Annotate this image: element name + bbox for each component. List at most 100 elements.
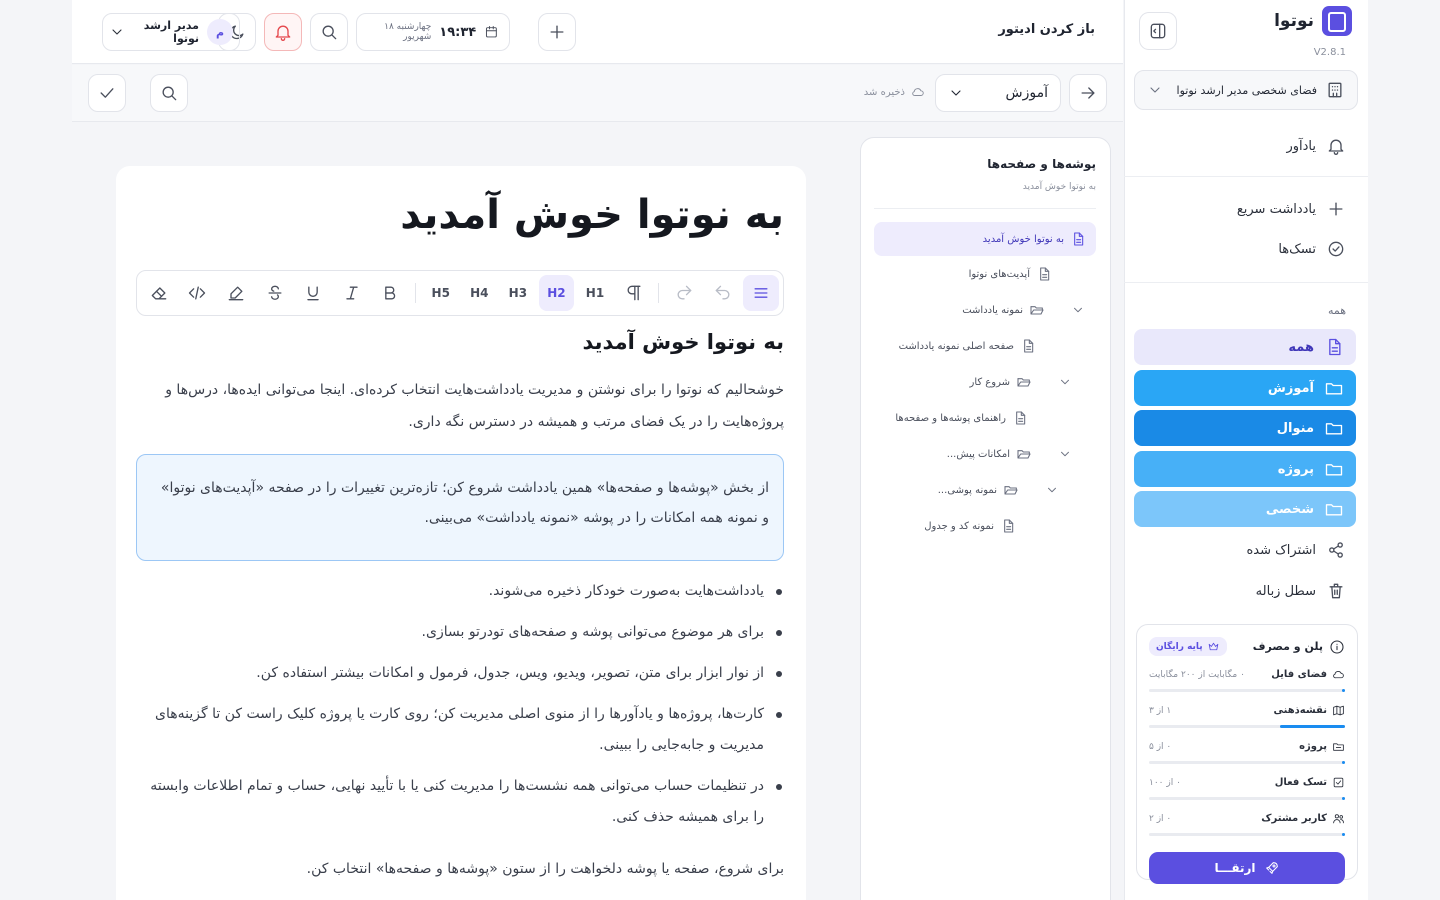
strikethrough-button[interactable] [257, 275, 293, 311]
check-circle-icon [1328, 241, 1344, 257]
divider [1124, 282, 1368, 283]
folder-all[interactable]: همه [1134, 329, 1356, 365]
intro-paragraph[interactable]: خوشحالیم که نوتوا را برای نوشتن و مدیریت… [136, 374, 784, 438]
avatar: م [207, 19, 233, 45]
heading-2-button[interactable]: H2 [538, 275, 575, 311]
content-heading[interactable]: به نوتوا خوش آمدید [583, 330, 784, 354]
folder-manual[interactable]: منوال [1134, 410, 1356, 446]
brand[interactable]: نوتوا [1274, 6, 1352, 36]
usage-bar-fill [1342, 761, 1345, 764]
nav-reminder[interactable]: یادآور [1134, 128, 1356, 164]
format-toolbar: H1 H2 H3 H4 H5 [136, 270, 784, 316]
nav-trash-label: سطل زباله [1255, 583, 1316, 599]
folder-open-icon [1017, 450, 1031, 459]
list-item[interactable]: یادداشت‌هایت به‌صورت خودکار ذخیره می‌شون… [136, 576, 784, 607]
notifications-button[interactable] [264, 13, 302, 51]
workspace-selector[interactable]: فضای شخصی مدیر ارشد نوتوا [1134, 70, 1358, 110]
share-icon [1329, 542, 1343, 558]
usage-bar [1149, 797, 1345, 800]
collapse-sidebar-button[interactable] [1139, 12, 1177, 50]
tree-page-folders-guide[interactable]: راهنمای پوشه‌ها و صفحه‌ها [895, 401, 1028, 435]
users-icon [1333, 814, 1344, 824]
back-button[interactable] [1069, 74, 1107, 112]
confirm-button[interactable] [88, 74, 126, 112]
user-menu[interactable]: م مدیر ارشد نوتوا [102, 13, 240, 51]
folder-label: آموزش [1267, 380, 1314, 396]
search-button[interactable] [310, 13, 348, 51]
save-status: ذخیره شد [864, 85, 925, 99]
arrow-right-icon [1081, 87, 1095, 99]
heading-1-button[interactable]: H1 [577, 275, 613, 311]
editor-canvas[interactable]: به نوتوا خوش آمدید H1 H2 H3 H4 H5 به نوت… [116, 166, 806, 900]
tree-page-sample-home[interactable]: صفحه اصلی نمونه یادداشت [899, 329, 1036, 363]
cloud-icon [1333, 670, 1344, 679]
search-in-doc-button[interactable] [150, 74, 188, 112]
tree-folder-getting-started[interactable]: شروع کار [969, 365, 1072, 399]
chevron-down-icon[interactable] [1071, 303, 1085, 317]
nav-tasks[interactable]: تسک‌ها [1134, 231, 1356, 267]
italic-button[interactable] [334, 275, 370, 311]
tree-item-label: به نوتوا خوش آمدید [982, 233, 1064, 245]
closing-paragraph[interactable]: برای شروع، صفحه یا پوشه دلخواهت را از ست… [136, 854, 784, 884]
list-item[interactable]: از نوار ابزار برای متن، تصویر، ویدیو، وی… [136, 658, 784, 689]
heading-5-button[interactable]: H5 [423, 275, 459, 311]
nav-shared[interactable]: اشتراک شده [1134, 532, 1356, 568]
chevron-down-icon[interactable] [1045, 483, 1059, 497]
plan-usage-card: پلن و مصرف پایه رایگان فضای فایل ۰ مگابا… [1136, 624, 1358, 884]
paragraph-button[interactable] [616, 275, 652, 311]
list-item[interactable]: برای هر موضوع می‌توانی پوشه و صفحه‌های ت… [136, 617, 784, 648]
plan-row-value: ۰ مگابایت از ۲۰۰ مگابایت [1149, 669, 1245, 680]
callout-box[interactable]: از بخش «پوشه‌ها و صفحه‌ها» همین یادداشت … [136, 454, 784, 561]
info-icon [1330, 639, 1344, 654]
bold-button[interactable] [372, 275, 408, 311]
upgrade-button[interactable]: ارتقـــا [1149, 852, 1345, 884]
clear-format-button[interactable] [141, 275, 177, 311]
highlight-button[interactable] [218, 275, 254, 311]
document-title[interactable]: به نوتوا خوش آمدید [400, 192, 784, 238]
folder-icon [1325, 464, 1343, 476]
align-button[interactable] [743, 275, 779, 311]
nav-trash[interactable]: سطل زباله [1134, 573, 1356, 609]
heading-4-button[interactable]: H4 [462, 275, 498, 311]
list-item[interactable]: در تنظیمات حساب می‌توانی همه نشست‌ها را … [136, 771, 784, 833]
folder-icon [1325, 383, 1343, 395]
heading-3-button[interactable]: H3 [500, 275, 536, 311]
folder-select[interactable]: آموزش [935, 74, 1061, 112]
divider [658, 283, 660, 303]
usage-bar [1149, 725, 1345, 728]
tree-page-code-table[interactable]: نمونه کد و جدول [924, 509, 1016, 543]
chevron-down-icon[interactable] [1058, 375, 1072, 389]
building-icon [1328, 82, 1342, 98]
usage-bar-fill [1342, 689, 1345, 692]
usage-bar [1149, 833, 1345, 836]
folder-personal[interactable]: شخصی [1134, 491, 1356, 527]
app-version: V2.8.1 [1313, 47, 1346, 58]
folder-education[interactable]: آموزش [1134, 370, 1356, 406]
upgrade-label: ارتقـــا [1214, 861, 1256, 875]
add-button[interactable] [538, 13, 576, 51]
tree-item-label: امکانات پیش... [946, 448, 1010, 460]
tree-page-updates[interactable]: آپدیت‌های نوتوا [969, 257, 1052, 291]
bold-icon [385, 286, 396, 300]
redo-button[interactable] [666, 275, 702, 311]
chevron-down-icon[interactable] [1058, 447, 1072, 461]
tree-page-welcome[interactable]: به نوتوا خوش آمدید [874, 222, 1096, 256]
tree-folder-sample-note[interactable]: نمونه یادداشت [962, 293, 1085, 327]
pages-panel-subtitle: به نوتوا خوش آمدید [1022, 182, 1096, 192]
code-button[interactable] [180, 275, 216, 311]
chevron-down-icon [112, 29, 122, 35]
plan-title: پلن و مصرف [1252, 640, 1323, 653]
sidebar: نوتوا V2.8.1 فضای شخصی مدیر ارشد نوتوا ی… [1124, 0, 1368, 900]
pages-panel-title: پوشه‌ها و صفحه‌ها [987, 157, 1096, 171]
open-editor-title: باز کردن ادیتور [998, 22, 1095, 37]
document-icon [1329, 338, 1341, 356]
eraser-icon [151, 287, 167, 300]
folder-project[interactable]: پروژه [1134, 451, 1356, 487]
underline-button[interactable] [295, 275, 331, 311]
tree-folder-sample-folder[interactable]: نمونه پوشی... [938, 473, 1059, 507]
list-item[interactable]: کارت‌ها، پروژه‌ها و یادآورها را از منوی … [136, 699, 784, 761]
plan-row-value: ۰ از ۵ [1149, 741, 1172, 752]
undo-button[interactable] [705, 275, 741, 311]
tree-folder-advanced[interactable]: امکانات پیش... [947, 437, 1072, 471]
nav-quick-note[interactable]: یادداشت سریع [1134, 191, 1356, 227]
